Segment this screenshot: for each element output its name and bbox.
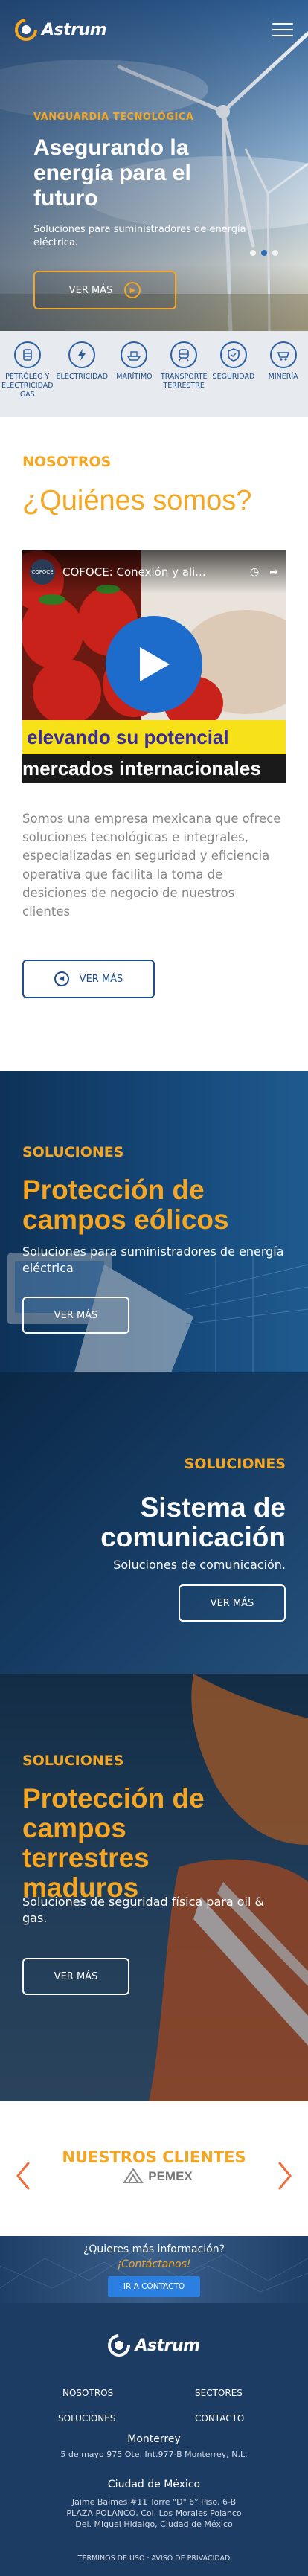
sector-item-mineria[interactable]: MINERÍA: [258, 331, 308, 417]
footer-link-nosotros[interactable]: NOSOTROS: [62, 2388, 113, 2398]
hamburger-menu-icon[interactable]: [272, 23, 293, 36]
astrum-logo-icon: [108, 2334, 131, 2357]
footer-address-monterrey: 5 de mayo 975 Ote. Int.977-B Monterrey, …: [60, 2450, 248, 2459]
video-top-bar: COFOCE COFOCE: Conexión y ali... ◷ ➦: [22, 550, 286, 594]
solution-ver-mas-button[interactable]: VER MÁS: [22, 1297, 129, 1334]
about-ver-mas-button[interactable]: ◀ VER MÁS: [22, 960, 155, 998]
video-caption-yellow: elevando su potencial: [22, 720, 286, 754]
footer-logo[interactable]: Astrum: [0, 2334, 308, 2357]
video-title[interactable]: COFOCE: Conexión y ali...: [62, 565, 243, 579]
solution-subtitle: Soluciones de comunicación.: [113, 1558, 286, 1572]
video-player[interactable]: COFOCE COFOCE: Conexión y ali... ◷ ➦ ele…: [22, 550, 286, 783]
sector-item-maritimo[interactable]: MARÍTIMO: [109, 331, 159, 417]
oil-barrel-icon: [13, 341, 41, 368]
footer-city-monterrey: Monterrey: [127, 2433, 181, 2445]
chevron-left-icon[interactable]: [15, 2161, 31, 2191]
footer-link-sectores[interactable]: SECTORES: [195, 2388, 243, 2398]
brand-name: Astrum: [42, 20, 107, 39]
carousel-dot[interactable]: [250, 250, 256, 256]
sectors-strip: PETRÓLEO Y ELECTRICIDAD GAS ELECTRICIDAD…: [0, 331, 308, 417]
channel-avatar[interactable]: COFOCE: [30, 559, 55, 585]
carousel-dot[interactable]: [272, 250, 278, 256]
mining-cart-icon: [269, 341, 297, 368]
footer-brand-name: Astrum: [135, 2336, 200, 2355]
about-button-label: VER MÁS: [79, 973, 123, 985]
solution-eyebrow: SOLUCIONES: [184, 1456, 286, 1472]
ship-icon: [121, 341, 148, 368]
sector-label: TRANSPORTE TERRESTRE: [160, 373, 208, 390]
solution-title: Sistema de comunicación: [100, 1492, 286, 1552]
client-logo-label: PEMEX: [148, 2169, 193, 2183]
contact-question: ¿Quieres más información?: [83, 2243, 225, 2255]
hero-ver-mas-button[interactable]: VER MÁS ▶: [33, 271, 176, 309]
about-eyebrow: NOSOTROS: [22, 454, 112, 470]
footer-address-cdmx-2: PLAZA POLANCO, Col. Los Morales Polanco: [66, 2508, 242, 2518]
arrow-right-icon: ▶: [124, 282, 141, 298]
train-icon: [170, 341, 198, 368]
carousel-dot-active[interactable]: [261, 250, 267, 256]
sector-item-oil-gas[interactable]: PETRÓLEO Y ELECTRICIDAD GAS: [0, 331, 55, 417]
sector-label: ELECTRICIDAD: [56, 373, 109, 381]
contact-cta: ¿Quieres más información? ¡Contáctanos! …: [0, 2236, 308, 2303]
solution-eyebrow: SOLUCIONES: [22, 1144, 124, 1160]
sector-item-transporte[interactable]: TRANSPORTE TERRESTRE: [159, 331, 209, 417]
solution-title: Protección de campos eólicos: [22, 1175, 229, 1235]
play-button-icon[interactable]: [106, 616, 202, 713]
contact-button[interactable]: IR A CONTACTO: [108, 2276, 200, 2297]
video-caption-black: mercados internacionales: [22, 754, 286, 783]
share-icon[interactable]: ➦: [269, 566, 278, 578]
hero-subtitle: Soluciones para suministradores de energ…: [33, 224, 246, 248]
brand-logo[interactable]: Astrum: [15, 19, 107, 41]
footer-legal-links[interactable]: TÉRMINOS DE USO · AVISO DE PRIVACIDAD: [0, 2554, 308, 2563]
hero-eyebrow: VANGUARDIA TECNOLÓGICA: [33, 112, 194, 123]
sector-label: MARÍTIMO: [116, 373, 153, 381]
site-header: Astrum: [0, 0, 308, 60]
sector-label: SEGURIDAD: [212, 373, 255, 381]
solution-subtitle: Soluciones para suministradores de energ…: [22, 1244, 284, 1275]
footer-address-cdmx-1: Jaime Balmes #11 Torre "D" 6° Piso, 6-B: [71, 2497, 237, 2507]
footer-city-cdmx: Ciudad de México: [107, 2479, 201, 2490]
arrow-left-icon: ◀: [54, 971, 69, 986]
about-description: Somos una empresa mexicana que ofrece so…: [22, 812, 281, 919]
sector-label: PETRÓLEO Y ELECTRICIDAD GAS: [1, 373, 54, 399]
contact-cta-text: ¡Contáctanos!: [117, 2258, 191, 2270]
solution-communication: SOLUCIONES Sistema de comunicación Soluc…: [0, 1372, 308, 1674]
lightning-bolt-icon: [68, 341, 96, 368]
sector-label: MINERÍA: [268, 373, 298, 381]
solution-wind-fields: SOLUCIONES Protección de campos eólicos …: [0, 1071, 308, 1372]
site-footer: Astrum NOSOTROS SECTORES SOLUCIONES CONT…: [0, 2303, 308, 2576]
footer-address-cdmx-3: Del. Miguel Hidalgo, Ciudad de México: [75, 2519, 233, 2529]
solution-title: Protección de campos terrestres maduros: [22, 1783, 205, 1903]
footer-link-soluciones[interactable]: SOLUCIONES: [58, 2413, 115, 2424]
solution-subtitle: Soluciones de seguridad física para oil …: [22, 1895, 264, 1925]
astrum-logo-icon: [15, 19, 37, 41]
clock-icon[interactable]: ◷: [250, 566, 259, 578]
sector-item-electricidad[interactable]: ELECTRICIDAD: [55, 331, 110, 417]
about-title: ¿Quiénes somos?: [22, 485, 252, 516]
shield-icon: [219, 341, 247, 368]
chevron-right-icon[interactable]: [277, 2161, 293, 2191]
pemex-eagle-icon: [123, 2168, 144, 2183]
solution-eyebrow: SOLUCIONES: [22, 1753, 124, 1769]
solution-ver-mas-button[interactable]: VER MÁS: [22, 1958, 129, 1995]
hero-button-label: VER MÁS: [68, 284, 113, 296]
hero-carousel-dots: [250, 250, 278, 256]
solution-ver-mas-button[interactable]: VER MÁS: [179, 1584, 286, 1622]
solution-mature-fields: SOLUCIONES Protección de campos terrestr…: [0, 1674, 308, 2101]
client-logo-pemex[interactable]: PEMEX: [113, 2162, 202, 2191]
footer-link-contacto[interactable]: CONTACTO: [195, 2413, 244, 2424]
sector-item-seguridad[interactable]: SEGURIDAD: [209, 331, 259, 417]
hero-title: Asegurando la energía para el futuro: [33, 135, 191, 211]
